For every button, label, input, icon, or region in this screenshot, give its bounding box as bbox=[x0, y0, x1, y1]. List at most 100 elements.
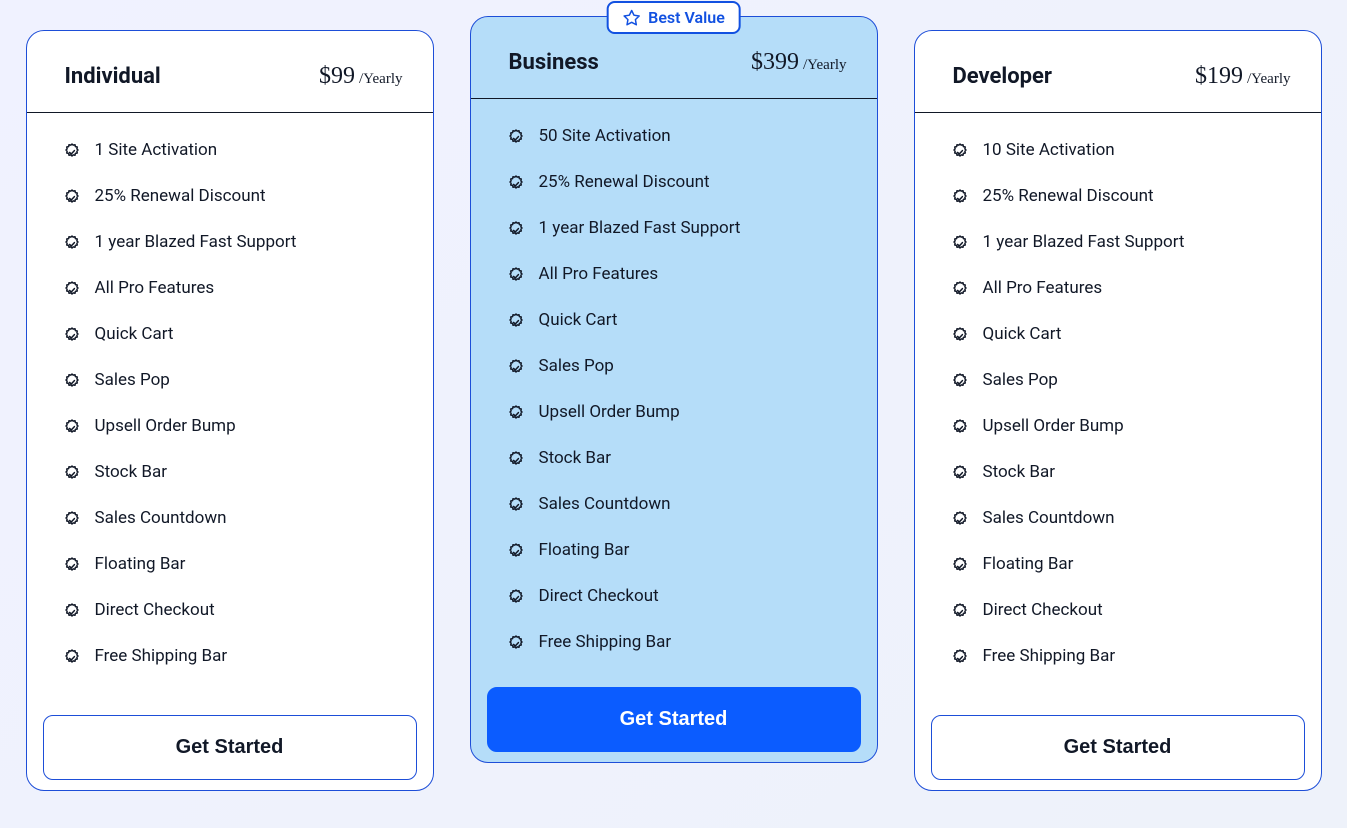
price-amount: $399 bbox=[751, 49, 799, 76]
feature-item: 1 year Blazed Fast Support bbox=[507, 205, 853, 251]
feature-label: Direct Checkout bbox=[983, 600, 1103, 620]
badge-check-icon bbox=[63, 463, 81, 481]
feature-label: 25% Renewal Discount bbox=[95, 186, 266, 206]
feature-item: Quick Cart bbox=[951, 311, 1297, 357]
star-icon bbox=[622, 9, 640, 27]
plan-name: Individual bbox=[65, 64, 161, 89]
feature-label: 25% Renewal Discount bbox=[539, 172, 710, 192]
get-started-button[interactable]: Get Started bbox=[931, 715, 1305, 780]
feature-label: 1 year Blazed Fast Support bbox=[95, 232, 297, 252]
badge-check-icon bbox=[951, 141, 969, 159]
feature-label: Stock Bar bbox=[539, 448, 612, 468]
feature-label: Floating Bar bbox=[95, 554, 186, 574]
feature-label: Free Shipping Bar bbox=[983, 646, 1116, 666]
feature-label: Floating Bar bbox=[539, 540, 630, 560]
plan-price: $399 /Yearly bbox=[751, 49, 846, 76]
get-started-button[interactable]: Get Started bbox=[43, 715, 417, 780]
badge-check-icon bbox=[507, 633, 525, 651]
feature-label: 25% Renewal Discount bbox=[983, 186, 1154, 206]
badge-check-icon bbox=[63, 647, 81, 665]
feature-label: Upsell Order Bump bbox=[983, 416, 1124, 436]
feature-item: Quick Cart bbox=[63, 311, 409, 357]
feature-label: 50 Site Activation bbox=[539, 126, 671, 146]
badge-check-icon bbox=[63, 417, 81, 435]
badge-check-icon bbox=[63, 279, 81, 297]
feature-item: 50 Site Activation bbox=[507, 113, 853, 159]
feature-item: Floating Bar bbox=[951, 541, 1297, 587]
plan-card-developer: Developer $199 /Yearly 10 Site Activatio… bbox=[914, 30, 1322, 791]
feature-item: 25% Renewal Discount bbox=[507, 159, 853, 205]
feature-label: Stock Bar bbox=[983, 462, 1056, 482]
plan-card-business: Best Value Business $399 /Yearly 50 Site… bbox=[470, 16, 878, 763]
plan-features: 50 Site Activation 25% Renewal Discount 1 … bbox=[471, 99, 877, 665]
feature-item: Quick Cart bbox=[507, 297, 853, 343]
badge-check-icon bbox=[507, 449, 525, 467]
feature-label: Upsell Order Bump bbox=[95, 416, 236, 436]
feature-label: 1 Site Activation bbox=[95, 140, 218, 160]
feature-item: Free Shipping Bar bbox=[63, 633, 409, 679]
feature-item: Direct Checkout bbox=[63, 587, 409, 633]
feature-item: Sales Pop bbox=[507, 343, 853, 389]
feature-label: Quick Cart bbox=[983, 324, 1062, 344]
badge-check-icon bbox=[63, 325, 81, 343]
feature-label: Sales Pop bbox=[95, 370, 170, 390]
plan-features: 10 Site Activation 25% Renewal Discount 1 … bbox=[915, 113, 1321, 679]
feature-item: Direct Checkout bbox=[951, 587, 1297, 633]
badge-check-icon bbox=[951, 463, 969, 481]
feature-item: Stock Bar bbox=[507, 435, 853, 481]
plan-name: Developer bbox=[953, 64, 1052, 89]
badge-check-icon bbox=[63, 509, 81, 527]
feature-label: Sales Countdown bbox=[983, 508, 1115, 528]
badge-check-icon bbox=[951, 325, 969, 343]
best-value-badge: Best Value bbox=[606, 1, 741, 34]
feature-item: Upsell Order Bump bbox=[951, 403, 1297, 449]
feature-item: 1 Site Activation bbox=[63, 127, 409, 173]
feature-label: Direct Checkout bbox=[95, 600, 215, 620]
feature-item: Sales Countdown bbox=[63, 495, 409, 541]
feature-item: 1 year Blazed Fast Support bbox=[63, 219, 409, 265]
badge-check-icon bbox=[951, 417, 969, 435]
feature-item: Free Shipping Bar bbox=[951, 633, 1297, 679]
feature-label: All Pro Features bbox=[539, 264, 659, 284]
pricing-container: Individual $99 /Yearly 1 Site Activation… bbox=[0, 0, 1347, 828]
feature-label: Sales Countdown bbox=[539, 494, 671, 514]
feature-label: All Pro Features bbox=[95, 278, 215, 298]
price-period: /Yearly bbox=[1247, 71, 1290, 88]
feature-item: Sales Pop bbox=[951, 357, 1297, 403]
feature-item: Direct Checkout bbox=[507, 573, 853, 619]
feature-label: Quick Cart bbox=[539, 310, 618, 330]
badge-check-icon bbox=[507, 495, 525, 513]
feature-label: Free Shipping Bar bbox=[95, 646, 228, 666]
feature-label: All Pro Features bbox=[983, 278, 1103, 298]
feature-item: All Pro Features bbox=[951, 265, 1297, 311]
feature-label: Sales Pop bbox=[983, 370, 1058, 390]
plan-header: Individual $99 /Yearly bbox=[27, 31, 433, 113]
feature-item: Stock Bar bbox=[63, 449, 409, 495]
badge-check-icon bbox=[507, 357, 525, 375]
feature-item: 10 Site Activation bbox=[951, 127, 1297, 173]
feature-label: 10 Site Activation bbox=[983, 140, 1115, 160]
badge-check-icon bbox=[507, 265, 525, 283]
cta-wrap: Get Started bbox=[27, 679, 433, 790]
feature-label: Sales Countdown bbox=[95, 508, 227, 528]
get-started-button[interactable]: Get Started bbox=[487, 687, 861, 752]
feature-label: Upsell Order Bump bbox=[539, 402, 680, 422]
feature-item: Sales Countdown bbox=[951, 495, 1297, 541]
feature-label: 1 year Blazed Fast Support bbox=[983, 232, 1185, 252]
badge-check-icon bbox=[951, 509, 969, 527]
plan-price: $199 /Yearly bbox=[1195, 63, 1290, 90]
badge-check-icon bbox=[507, 311, 525, 329]
feature-item: Stock Bar bbox=[951, 449, 1297, 495]
feature-label: Floating Bar bbox=[983, 554, 1074, 574]
badge-check-icon bbox=[63, 141, 81, 159]
badge-label: Best Value bbox=[648, 8, 725, 27]
plan-features: 1 Site Activation 25% Renewal Discount 1 y… bbox=[27, 113, 433, 679]
badge-check-icon bbox=[951, 555, 969, 573]
feature-item: Floating Bar bbox=[63, 541, 409, 587]
badge-check-icon bbox=[951, 371, 969, 389]
badge-check-icon bbox=[951, 601, 969, 619]
feature-item: Upsell Order Bump bbox=[507, 389, 853, 435]
badge-check-icon bbox=[63, 233, 81, 251]
plan-price: $99 /Yearly bbox=[319, 63, 402, 90]
badge-check-icon bbox=[63, 371, 81, 389]
